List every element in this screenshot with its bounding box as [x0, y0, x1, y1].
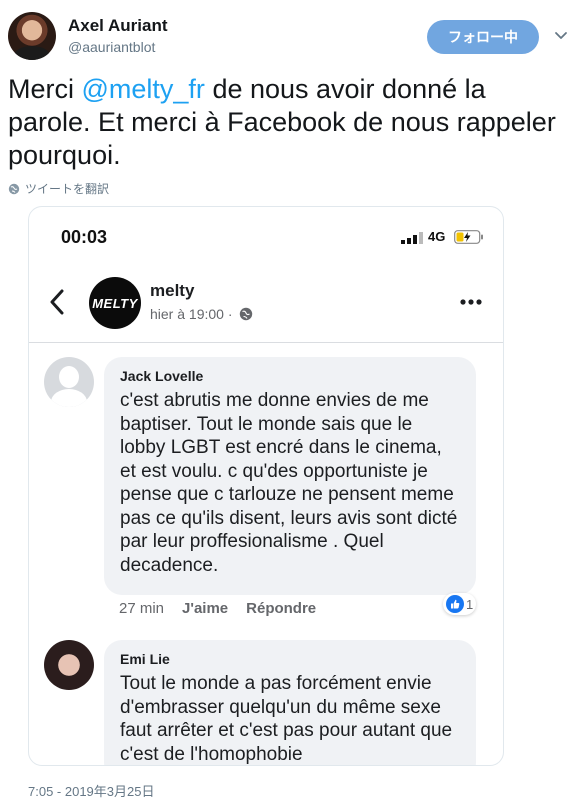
- public-globe-icon: [239, 307, 252, 321]
- thumbs-up-icon: [446, 595, 464, 613]
- commenter-avatar[interactable]: [44, 357, 94, 407]
- network-type: 4G: [428, 229, 446, 244]
- tweet-text-before: Merci: [8, 74, 82, 104]
- author-name[interactable]: Axel Auriant: [68, 16, 168, 36]
- signal-icon: [401, 232, 423, 244]
- tweet-media-screenshot[interactable]: 00:03 4G MELTY melty hier à 19:00 · Jack…: [28, 206, 504, 766]
- commenter-name[interactable]: Jack Lovelle: [120, 367, 460, 385]
- comment-bubble: Jack Lovelle c'est abrutis me donne envi…: [104, 357, 476, 595]
- page-name[interactable]: melty: [150, 281, 194, 301]
- divider: [29, 342, 503, 343]
- comment-actions: 27 min J'aime Répondre: [119, 600, 316, 617]
- status-bar-time: 00:03: [61, 227, 108, 247]
- globe-icon: [8, 183, 20, 194]
- more-options-icon[interactable]: [459, 298, 483, 306]
- following-button[interactable]: フォロー中: [427, 20, 539, 54]
- comment-time: 27 min: [119, 600, 165, 617]
- reaction-badge[interactable]: 1: [443, 593, 477, 615]
- like-button[interactable]: J'aime: [182, 600, 228, 617]
- post-time-label: hier à 19:00 ·: [150, 306, 233, 322]
- tweet-header: Axel Auriant @aauriantblot フォロー中: [8, 12, 574, 64]
- back-arrow-icon[interactable]: [49, 289, 65, 315]
- comment-text: c'est abrutis me donne envies de me bapt…: [120, 390, 458, 576]
- tweet-text: Merci @melty_fr de nous avoir donné la p…: [8, 73, 574, 172]
- mention-link[interactable]: @melty_fr: [82, 74, 205, 104]
- chevron-down-icon[interactable]: [553, 28, 569, 44]
- post-time: hier à 19:00 ·: [150, 306, 253, 322]
- translate-tweet-link[interactable]: ツイートを翻訳: [8, 180, 109, 197]
- comment-bubble: Emi Lie Tout le monde a pas forcément en…: [104, 640, 476, 765]
- author-avatar[interactable]: [8, 12, 56, 60]
- comment-text: Tout le monde a pas forcément envie d'em…: [120, 673, 453, 765]
- commenter-name[interactable]: Emi Lie: [120, 650, 460, 668]
- author-handle[interactable]: @aauriantblot: [68, 39, 155, 55]
- reaction-count: 1: [466, 596, 474, 612]
- battery-charging-icon: [454, 230, 483, 244]
- translate-label: ツイートを翻訳: [25, 182, 110, 196]
- reply-button[interactable]: Répondre: [246, 600, 316, 617]
- commenter-avatar[interactable]: [44, 640, 94, 690]
- tweet-timestamp[interactable]: 7:05 - 2019年3月25日: [28, 781, 154, 800]
- page-logo[interactable]: MELTY: [89, 277, 141, 329]
